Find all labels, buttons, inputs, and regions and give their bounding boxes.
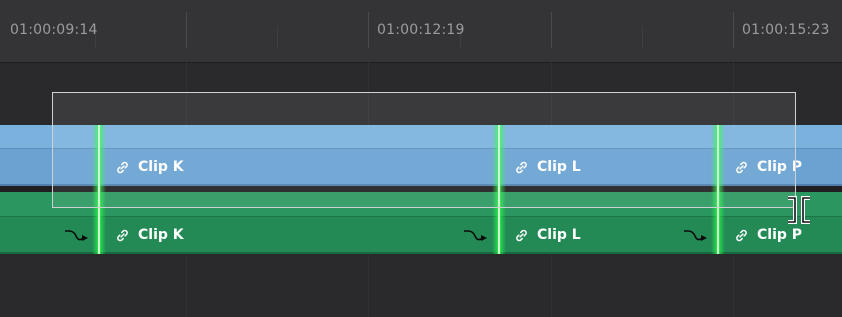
ruler-tick — [186, 12, 187, 48]
timecode-label: 01:00:09:14 — [10, 22, 98, 38]
timeline-ruler[interactable]: 01:00:09:14 01:00:12:19 01:00:15:23 — [0, 0, 842, 63]
ruler-tick — [733, 12, 734, 48]
clip-label-text: Clip P — [757, 227, 803, 243]
timecode-label: 01:00:15:23 — [742, 22, 830, 38]
ruler-tick — [368, 12, 369, 48]
ruler-tick — [277, 26, 278, 48]
empty-track-area[interactable] — [0, 255, 842, 317]
clip-label-text: Clip K — [138, 227, 184, 243]
audio-fade-icon[interactable] — [64, 226, 90, 244]
link-icon — [516, 229, 527, 241]
selection-marquee[interactable] — [52, 92, 796, 208]
link-icon — [736, 229, 747, 241]
ruler-tick — [642, 26, 643, 48]
audio-clip-k[interactable]: Clip K — [115, 227, 184, 243]
clip-label-text: Clip L — [537, 227, 581, 243]
ruler-tick — [551, 12, 552, 48]
audio-clip-p[interactable]: Clip P — [734, 227, 802, 243]
timecode-label: 01:00:12:19 — [377, 22, 465, 38]
audio-fade-icon[interactable] — [463, 226, 489, 244]
trim-cursor-icon — [788, 196, 810, 224]
link-icon — [117, 229, 128, 241]
audio-fade-icon[interactable] — [683, 226, 709, 244]
audio-clip-l[interactable]: Clip L — [514, 227, 581, 243]
